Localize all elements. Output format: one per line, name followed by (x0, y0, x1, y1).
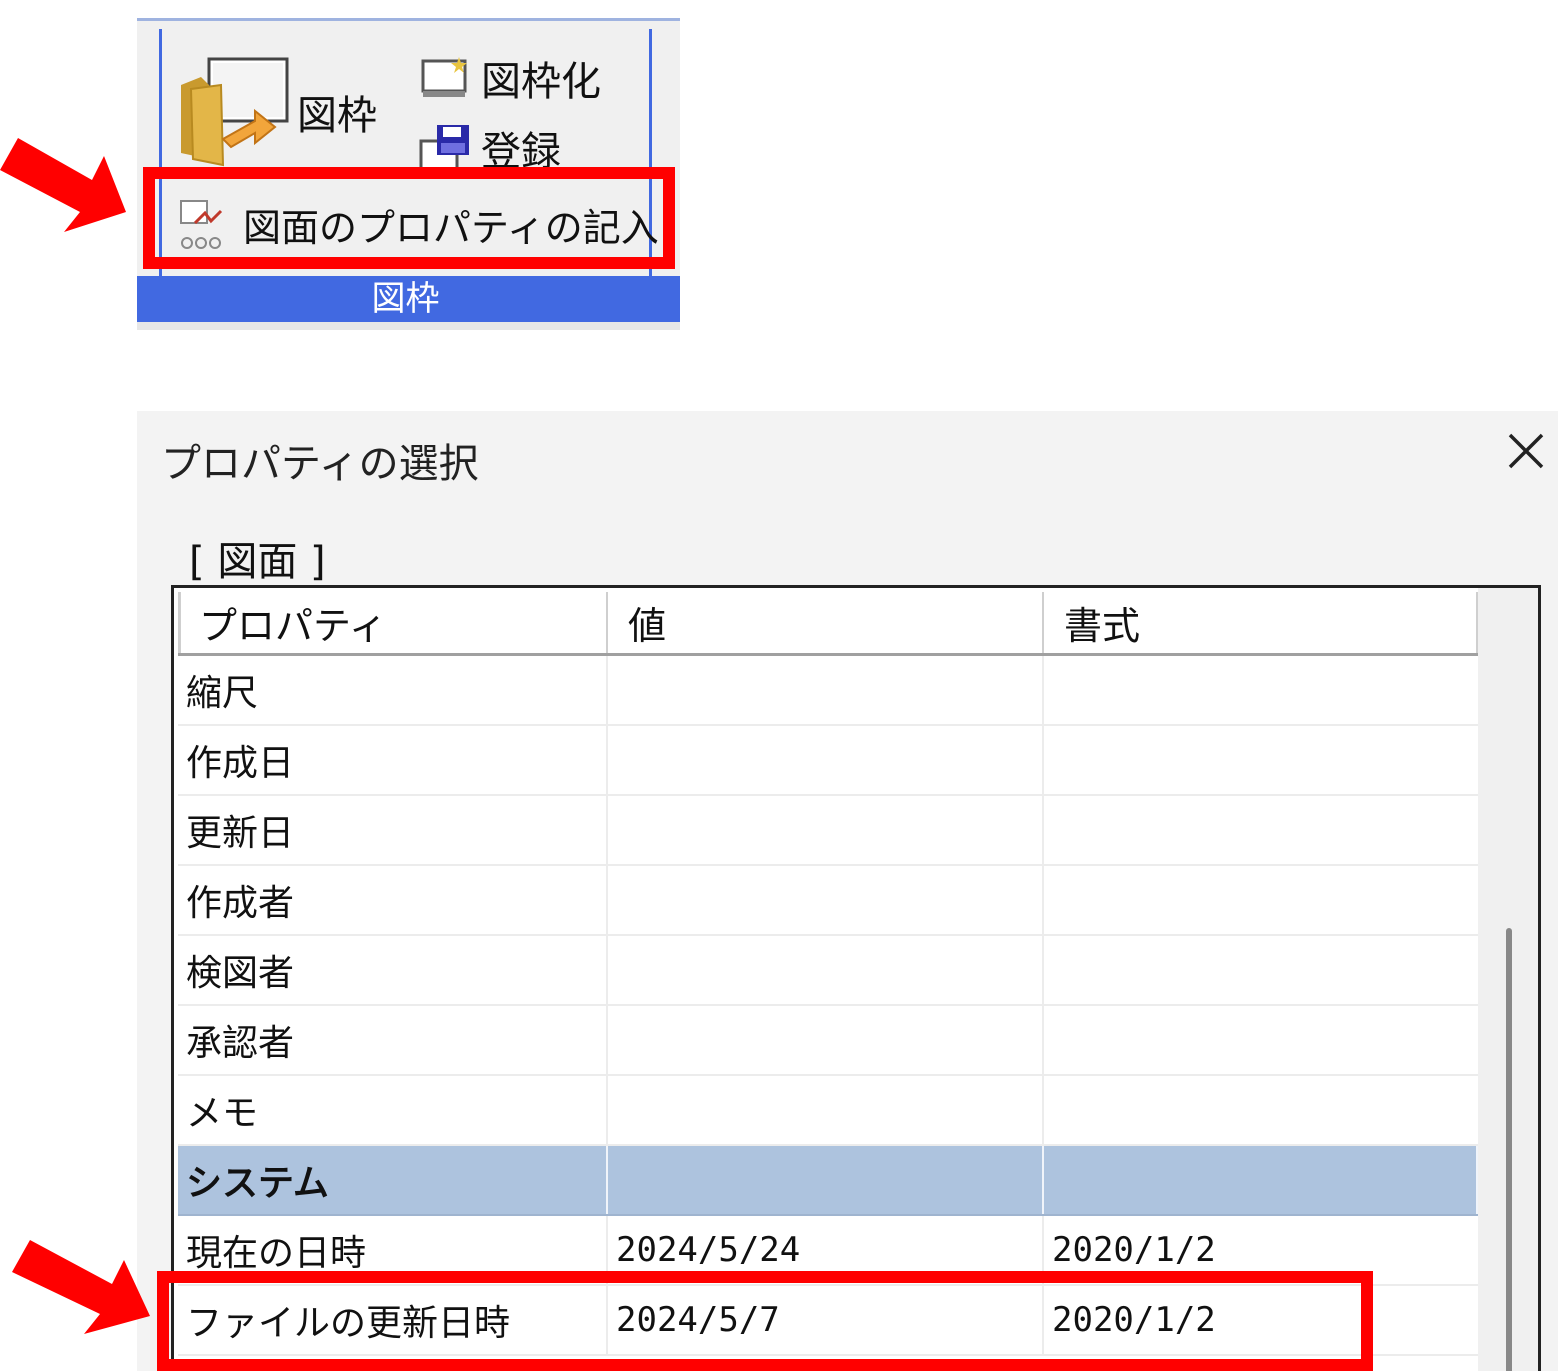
table-row[interactable]: 作成者 (178, 866, 1478, 936)
property-format-cell[interactable] (1044, 726, 1478, 794)
property-format-cell[interactable]: 2020/1/2 (1044, 1216, 1478, 1284)
ribbon-lower-edge (137, 322, 680, 330)
group-label: システム (178, 1146, 608, 1214)
property-value-cell[interactable] (608, 796, 1044, 864)
drawing-properties-button-label: 図面のプロパティの記入 (243, 206, 659, 250)
dialog-title: プロパティの選択 (161, 441, 479, 487)
table-row[interactable]: 現在の日時 2024/5/24 2020/1/2 (178, 1216, 1478, 1286)
table-row[interactable]: 作成日 (178, 726, 1478, 796)
column-header-format[interactable]: 書式 (1044, 592, 1478, 653)
scrollbar-thumb[interactable] (1506, 928, 1512, 1371)
property-value-cell[interactable] (608, 726, 1044, 794)
register-button-label: 登録 (481, 129, 561, 175)
table-row[interactable]: 検図者 (178, 936, 1478, 1006)
property-grid[interactable]: プロパティ 値 書式 縮尺 作成日 更新日 作成者 検図者 承認者 メモ システ… (171, 585, 1541, 1371)
group-empty-cell (608, 1146, 1044, 1214)
property-value-cell[interactable] (608, 936, 1044, 1004)
property-table: プロパティ 値 書式 縮尺 作成日 更新日 作成者 検図者 承認者 メモ システ… (178, 592, 1478, 1356)
property-format-cell[interactable] (1044, 1006, 1478, 1074)
property-name-cell: 検図者 (178, 936, 608, 1004)
register-button[interactable]: 登録 (419, 117, 599, 175)
frame-button-label: 図枠 (297, 93, 377, 139)
property-name-cell: 縮尺 (178, 656, 608, 724)
dialog-titlebar: プロパティの選択 (137, 411, 1558, 505)
property-value-cell[interactable]: 2024/5/24 (608, 1216, 1044, 1284)
frame-convert-icon (421, 57, 467, 97)
ribbon-group-label-text: 図枠 (371, 279, 440, 319)
group-empty-cell (1044, 1146, 1478, 1214)
properties-icon (180, 200, 223, 249)
frame-button[interactable]: 図枠 (179, 55, 389, 175)
column-header-value[interactable]: 値 (608, 592, 1044, 653)
vertical-scrollbar[interactable] (1478, 588, 1538, 1371)
table-row[interactable]: 更新日 (178, 796, 1478, 866)
property-format-cell[interactable]: 2020/1/2 (1044, 1286, 1478, 1354)
property-name-cell: ファイルの更新日時 (178, 1286, 608, 1354)
property-value-cell[interactable] (608, 1076, 1044, 1144)
property-select-dialog: プロパティの選択 [ 図面 ] プロパティ 値 書式 縮尺 作成日 更新日 作成… (137, 411, 1558, 1371)
screenshot-root: 図枠 図枠化 登録 図面のプロパティの記入 図枠 プロパティの選択 [図面]… (0, 0, 1558, 1371)
convert-frame-button[interactable]: 図枠化 (419, 47, 639, 105)
property-format-cell[interactable] (1044, 866, 1478, 934)
table-row[interactable]: メモ (178, 1076, 1478, 1146)
table-row[interactable]: 承認者 (178, 1006, 1478, 1076)
folder-frame-icon (181, 57, 289, 167)
group-row-system[interactable]: システム (178, 1146, 1478, 1216)
ribbon-group-label: 図枠 (137, 276, 680, 322)
column-header-property[interactable]: プロパティ (178, 592, 608, 653)
property-name-cell: メモ (178, 1076, 608, 1144)
convert-frame-button-label: 図枠化 (481, 59, 601, 105)
property-format-cell[interactable] (1044, 936, 1478, 1004)
ribbon-group-frame: 図枠 図枠化 登録 図面のプロパティの記入 図枠 (137, 18, 680, 330)
property-format-cell[interactable] (1044, 656, 1478, 724)
table-header-row: プロパティ 値 書式 (178, 592, 1478, 656)
section-label: [ 図面 ] (189, 539, 326, 585)
red-arrow-icon (0, 138, 126, 232)
drawing-properties-button[interactable]: 図面のプロパティの記入 (177, 193, 659, 253)
property-name-cell: 更新日 (178, 796, 608, 864)
property-format-cell[interactable] (1044, 1076, 1478, 1144)
property-value-cell[interactable] (608, 866, 1044, 934)
property-name-cell: 作成日 (178, 726, 608, 794)
save-disk-icon (419, 125, 469, 173)
property-name-cell: 現在の日時 (178, 1216, 608, 1284)
property-format-cell[interactable] (1044, 796, 1478, 864)
property-value-cell[interactable] (608, 1006, 1044, 1074)
property-name-cell: 作成者 (178, 866, 608, 934)
close-icon[interactable] (1504, 429, 1548, 473)
property-value-cell[interactable]: 2024/5/7 (608, 1286, 1044, 1354)
property-value-cell[interactable] (608, 656, 1044, 724)
table-row[interactable]: 縮尺 (178, 656, 1478, 726)
property-name-cell: 承認者 (178, 1006, 608, 1074)
red-arrow-icon (12, 1240, 150, 1334)
table-row-file-modified[interactable]: ファイルの更新日時 2024/5/7 2020/1/2 (178, 1286, 1478, 1356)
